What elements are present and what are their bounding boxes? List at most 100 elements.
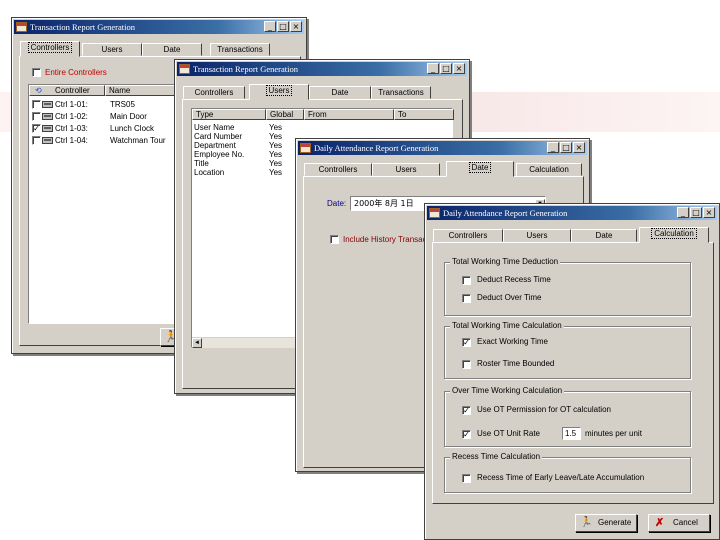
tab-users[interactable]: Users [372,163,440,176]
row-checkbox[interactable] [32,100,41,109]
refresh-icon[interactable]: ⟲ [35,86,42,95]
group-working-time-deduction: Total Working Time Deduction [444,257,691,316]
ot-rate-value: 1.5 [565,429,577,438]
close-icon[interactable]: × [290,21,302,32]
run-icon: 🏃 [580,517,593,528]
tab-date[interactable]: Date [142,43,202,56]
tab-controllers[interactable]: Controllers [433,229,503,242]
include-history-checkbox[interactable] [330,235,339,244]
controller-id: Ctrl 1-01: [55,100,88,109]
row-checkbox[interactable] [32,136,41,145]
tab-date[interactable]: Date [571,229,637,242]
title-bar[interactable]: Daily Attendance Report Generation _ □ × [298,141,587,155]
controller-name: Main Door [110,112,147,121]
tab-transactions[interactable]: Transactions [371,86,431,99]
global-cell: Yes [269,168,283,177]
cancel-button[interactable]: ✗ Cancel [648,514,710,532]
column-header-type[interactable]: Type [192,109,266,120]
exact-working-time-checkbox[interactable]: ✓ [462,338,471,347]
tab-transactions[interactable]: Transactions [210,43,270,56]
cancel-label: Cancel [673,518,698,527]
recess-early-leave-checkbox[interactable] [462,474,471,483]
controller-icon [42,113,53,120]
tab-label: Controllers [27,42,73,53]
ot-rate-unit-label: minutes per unit [585,429,642,438]
cancel-x-icon: ✗ [655,517,665,529]
ot-rate-input[interactable]: 1.5 [562,427,581,440]
controller-icon [42,101,53,108]
deduct-overtime-label: Deduct Over Time [477,293,542,302]
title-bar[interactable]: Daily Attendance Report Generation _ □ × [427,206,717,220]
controller-id: Ctrl 1-02: [55,112,88,121]
close-icon[interactable]: × [453,63,465,74]
controller-id: Ctrl 1-03: [55,124,88,133]
ot-unit-rate-checkbox[interactable]: ✓ [462,430,471,439]
row-checkbox[interactable] [32,112,41,121]
deduct-recess-checkbox[interactable] [462,276,471,285]
window-app-icon [300,143,311,153]
tab-controllers[interactable]: Controllers [183,86,245,99]
controller-name: Lunch Clock [110,124,155,133]
global-cell: Yes [269,141,283,150]
entire-controllers-checkbox[interactable] [32,68,41,77]
tab-users[interactable]: Users [503,229,571,242]
window-title: Transaction Report Generation [193,64,298,74]
tab-date[interactable]: Date [309,86,371,99]
global-cell: Yes [269,123,283,132]
roster-time-bounded-checkbox[interactable] [462,360,471,369]
maximize-icon[interactable]: □ [440,63,452,74]
include-history-label: Include History Transac [343,235,427,244]
date-label: Date: [327,199,347,208]
controller-icon [42,137,53,144]
tab-calculation[interactable]: Calculation [639,227,709,243]
tab-users[interactable]: Users [82,43,142,56]
tab-label: Users [265,85,293,96]
window-app-icon [16,22,27,32]
tab-calculation[interactable]: Calculation [516,163,582,176]
scroll-left-icon[interactable]: ◄ [192,338,202,348]
window-title: Transaction Report Generation [30,22,135,32]
type-cell: Employee No. [194,150,245,159]
tab-controllers[interactable]: Controllers [20,41,80,57]
minimize-icon[interactable]: _ [264,21,276,32]
maximize-icon[interactable]: □ [690,207,702,218]
minimize-icon[interactable]: _ [427,63,439,74]
ot-permission-checkbox[interactable]: ✓ [462,406,471,415]
tab-strip: Controllers Users Date Calculation [433,227,715,243]
close-icon[interactable]: × [703,207,715,218]
maximize-icon[interactable]: □ [277,21,289,32]
group-title: Total Working Time Deduction [450,257,561,267]
ot-unit-rate-label: Use OT Unit Rate [477,429,540,438]
title-bar[interactable]: Transaction Report Generation _ □ × [14,20,304,34]
tab-strip: Controllers Users Date Transactions [20,41,290,57]
tab-users[interactable]: Users [249,84,309,100]
column-header-from[interactable]: From [304,109,394,120]
global-cell: Yes [269,159,283,168]
controller-id: Ctrl 1-04: [55,136,88,145]
title-bar[interactable]: Transaction Report Generation _ □ × [177,62,467,76]
generate-button[interactable]: 🏃 Generate [575,514,637,532]
tab-strip: Controllers Users Date Calculation [304,161,584,177]
roster-time-bounded-label: Roster Time Bounded [477,359,555,368]
tab-label: Calculation [651,228,697,239]
controller-icon [42,125,53,132]
maximize-icon[interactable]: □ [560,142,572,153]
type-cell: User Name [194,123,235,132]
deduct-overtime-checkbox[interactable] [462,294,471,303]
deduct-recess-label: Deduct Recess Time [477,275,551,284]
tab-date[interactable]: Date [446,161,514,177]
close-icon[interactable]: × [573,142,585,153]
controller-name: TRS05 [110,100,135,109]
row-checkbox-checked[interactable]: ✓ [32,124,41,133]
recess-early-leave-label: Recess Time of Early Leave/Late Accumula… [477,473,645,482]
group-title: Total Working Time Calculation [450,321,564,331]
window-title: Daily Attendance Report Generation [314,143,439,153]
tab-controllers[interactable]: Controllers [304,163,372,176]
column-header-global[interactable]: Global [266,109,304,120]
global-cell: Yes [269,150,283,159]
column-header-to[interactable]: To [394,109,454,120]
type-cell: Location [194,168,225,177]
minimize-icon[interactable]: _ [547,142,559,153]
minimize-icon[interactable]: _ [677,207,689,218]
date-value: 2000年 8月 1日 [354,199,414,208]
